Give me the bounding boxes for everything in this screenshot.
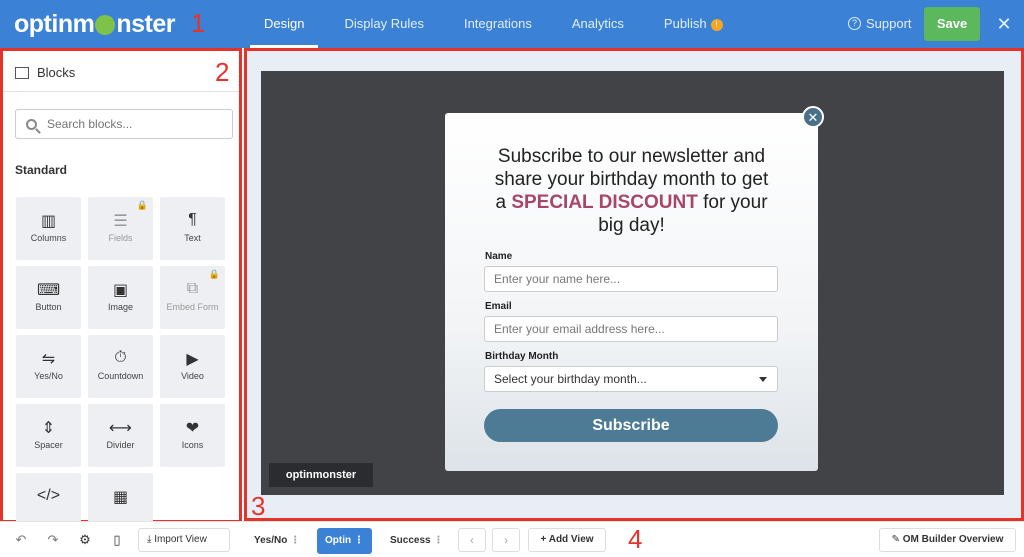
- block-label: Yes/No: [34, 371, 63, 381]
- section-label: Standard: [15, 163, 68, 177]
- help-icon: ?: [848, 17, 861, 30]
- tab-publish[interactable]: Publish!: [650, 0, 737, 48]
- name-label: Name: [485, 251, 513, 262]
- pencil-icon: ✎: [891, 534, 900, 545]
- block-countdown[interactable]: ⏱ Countdown: [88, 335, 153, 398]
- block-label: Divider: [106, 440, 135, 450]
- plus-icon: +: [540, 534, 547, 545]
- optinmonster-logo[interactable]: optinm nster: [14, 8, 175, 40]
- block-label: Columns: [30, 233, 67, 243]
- blocks-icon: [15, 66, 29, 79]
- birthday-month-label: Birthday Month: [485, 351, 559, 362]
- blocks-header: Blocks: [15, 65, 75, 80]
- search-icon: [26, 118, 37, 130]
- block-columns[interactable]: ▥ Columns: [16, 197, 81, 260]
- block-image[interactable]: ▣ Image: [88, 266, 153, 329]
- countdown-icon: ⏱: [114, 349, 127, 366]
- more-icon[interactable]: ⋮: [433, 535, 443, 546]
- prev-view-button[interactable]: ‹: [458, 528, 486, 552]
- email-field[interactable]: Enter your email address here...: [484, 316, 778, 342]
- columns-icon: ▥: [40, 213, 57, 230]
- tab-display-rules[interactable]: Display Rules: [330, 0, 437, 48]
- main-tabs: Design Display Rules Integrations Analyt…: [250, 0, 749, 48]
- undo-icon[interactable]: ↶: [10, 530, 32, 550]
- block-label: Video: [181, 371, 204, 381]
- block-label: Embed Form: [166, 302, 219, 312]
- divider: [3, 91, 239, 92]
- search-input[interactable]: [47, 117, 217, 131]
- bottom-bar: ↶ ↷ ⚙ ▯ ⤓ Import View Yes/No ⋮ Optin ⋮ S…: [0, 521, 1024, 557]
- block-label: Button: [35, 302, 62, 312]
- block-button[interactable]: ⌨ Button: [16, 266, 81, 329]
- tab-integrations[interactable]: Integrations: [450, 0, 546, 48]
- block-icon: ▦: [112, 489, 129, 506]
- spacer-icon: ⇕: [41, 420, 56, 437]
- next-view-button[interactable]: ›: [492, 528, 520, 552]
- optinmonster-badge[interactable]: optinmonster: [269, 463, 373, 487]
- monster-icon: [95, 15, 116, 35]
- block-icons[interactable]: ❤ Icons: [160, 404, 225, 467]
- block-embed-form[interactable]: ⧉ Embed Form 🔒: [160, 266, 225, 329]
- blocks-sidebar: Blocks 2 Standard ▥Columns☰Fields🔒¶Text⌨…: [0, 48, 242, 536]
- annotation-1: 1: [191, 8, 206, 38]
- block-spacer[interactable]: ⇕ Spacer: [16, 404, 81, 467]
- icons-icon: ❤: [185, 420, 200, 437]
- block-text[interactable]: ¶ Text: [160, 197, 225, 260]
- tab-design[interactable]: Design: [250, 0, 319, 48]
- publish-badge: !: [710, 18, 723, 31]
- optin-popup[interactable]: ✕ Subscribe to our newsletter and share …: [445, 106, 824, 471]
- close-icon[interactable]: ✕: [996, 14, 1012, 34]
- annotation-4: 4: [628, 524, 643, 554]
- mobile-icon[interactable]: ▯: [106, 530, 128, 550]
- yes-no-icon: ⇋: [41, 351, 56, 368]
- block-label: Fields: [108, 233, 133, 243]
- redo-icon[interactable]: ↷: [42, 530, 64, 550]
- gear-icon[interactable]: ⚙: [74, 530, 96, 550]
- import-icon: ⤓: [147, 534, 152, 545]
- block-divider[interactable]: ⟷ Divider: [88, 404, 153, 467]
- name-field[interactable]: Enter your name here...: [484, 266, 778, 292]
- birthday-month-select[interactable]: Select your birthday month...: [484, 366, 778, 392]
- text-icon: ¶: [188, 211, 197, 228]
- block-yes-no[interactable]: ⇋ Yes/No: [16, 335, 81, 398]
- block-icon: </>: [36, 487, 61, 504]
- block-label: Countdown: [97, 371, 144, 381]
- chevron-down-icon: [759, 377, 767, 382]
- top-bar: optinm nster 1 Design Display Rules Integ…: [0, 0, 1024, 48]
- block-video[interactable]: ▶ Video: [160, 335, 225, 398]
- support-link[interactable]: ? Support: [848, 16, 912, 31]
- subscribe-button[interactable]: Subscribe: [484, 409, 778, 442]
- divider-icon: ⟷: [109, 420, 132, 437]
- lock-icon: 🔒: [136, 200, 148, 210]
- image-icon: ▣: [112, 282, 129, 299]
- button-icon: ⌨: [36, 282, 61, 299]
- preview-canvas: ✕ Subscribe to our newsletter and share …: [261, 71, 1004, 495]
- add-view-button[interactable]: + Add View: [528, 528, 606, 552]
- search-blocks-field[interactable]: [15, 109, 233, 139]
- block-label: Image: [107, 302, 133, 312]
- popup-close-icon[interactable]: ✕: [802, 106, 824, 128]
- more-icon[interactable]: ⋮: [290, 535, 300, 546]
- save-button[interactable]: Save: [924, 7, 980, 41]
- popup-headline[interactable]: Subscribe to our newsletter and share yo…: [465, 145, 798, 237]
- discount-highlight: SPECIAL DISCOUNT: [511, 192, 698, 213]
- more-icon[interactable]: ⋮: [354, 535, 364, 546]
- video-icon: ▶: [186, 351, 199, 368]
- view-tab-yes-no[interactable]: Yes/No ⋮: [246, 528, 308, 554]
- tab-analytics[interactable]: Analytics: [558, 0, 638, 48]
- import-view-button[interactable]: ⤓ Import View: [138, 528, 230, 552]
- block-fields[interactable]: ☰ Fields 🔒: [88, 197, 153, 260]
- canvas-area: ✕ Subscribe to our newsletter and share …: [244, 48, 1024, 521]
- om-builder-overview-button[interactable]: ✎ OM Builder Overview: [879, 528, 1016, 552]
- annotation-3: 3: [251, 491, 266, 521]
- lock-icon: 🔒: [208, 269, 220, 279]
- block-label: Spacer: [34, 440, 63, 450]
- annotation-2: 2: [215, 57, 230, 87]
- block-label: Text: [184, 233, 201, 243]
- email-label: Email: [485, 301, 512, 312]
- block-label: Icons: [181, 440, 204, 450]
- view-tab-success[interactable]: Success ⋮: [382, 528, 451, 554]
- block-grid: ▥ Columns ☰ Fields 🔒 ¶ Text ⌨ Button ▣ Image ⧉ Embed…: [16, 197, 228, 536]
- view-tab-optin[interactable]: Optin ⋮: [317, 528, 372, 554]
